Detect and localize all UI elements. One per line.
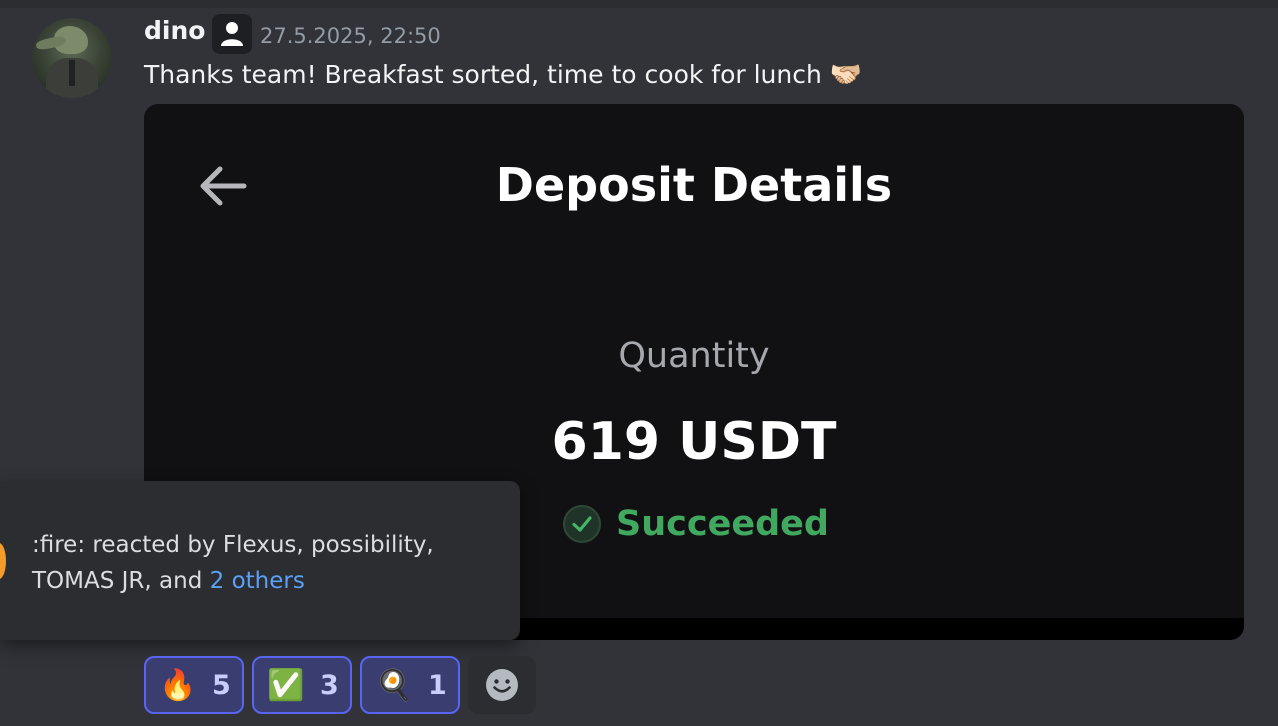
user-avatar[interactable] [32,18,112,98]
add-reaction-button[interactable] [468,656,536,714]
fire-icon [0,543,6,579]
tooltip-text: :fire: reacted by Flexus, possibility, T… [32,527,502,599]
deposit-title: Deposit Details [495,158,893,212]
message-timestamp: 27.5.2025, 22:50 [260,24,441,48]
tooltip-line2: TOMAS JR, and [32,568,210,594]
status-row: Succeeded [562,502,829,546]
reaction-check[interactable]: ✅ 3 [252,656,352,714]
smiley-add-reaction-icon [486,669,518,701]
status-label: Succeeded [616,504,829,544]
reaction-count: 3 [320,669,339,701]
username[interactable]: dino [144,16,205,45]
quantity-label: Quantity [618,336,770,376]
reaction-count: 1 [428,669,447,701]
reaction-cooking[interactable]: 🍳 1 [360,656,460,714]
top-bar [0,0,1278,8]
quantity-value: 619 USDT [551,412,837,472]
reaction-tooltip: :fire: reacted by Flexus, possibility, T… [0,481,520,640]
check-mark-emoji: ✅ [267,667,305,703]
others-link[interactable]: 2 others [210,568,305,594]
tooltip-line1: :fire: reacted by Flexus, possibility, [32,532,434,558]
reactions-bar: 🔥 5 ✅ 3 🍳 1 [144,656,536,714]
message-text: Thanks team! Breakfast sorted, time to c… [144,60,822,89]
check-circle-icon [563,505,601,543]
reaction-fire[interactable]: 🔥 5 [144,656,244,714]
person-icon[interactable] [212,14,252,54]
handshake-emoji: 🫱🏻‍🫲🏼 [829,60,863,90]
reaction-count: 5 [212,669,231,701]
frying-pan-emoji: 🍳 [375,667,413,703]
fire-emoji: 🔥 [159,667,197,703]
message-content: Thanks team! Breakfast sorted, time to c… [144,60,862,90]
